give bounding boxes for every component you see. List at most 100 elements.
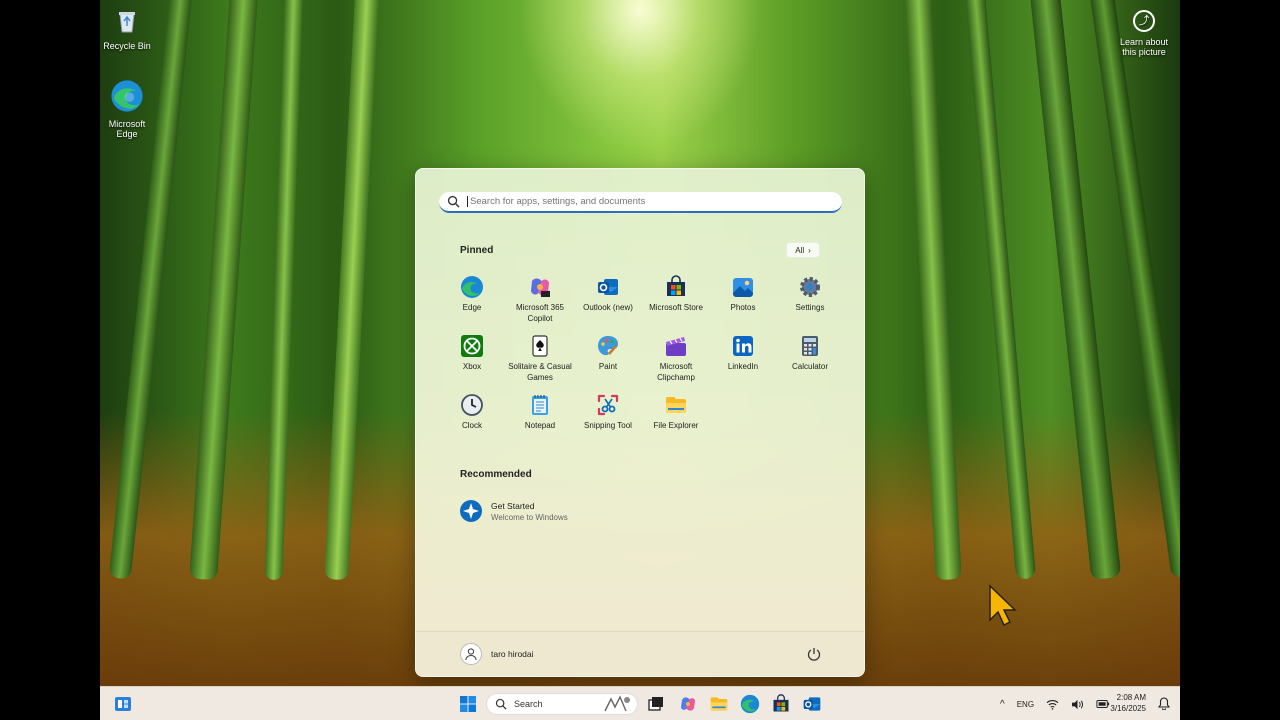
pinned-app-label: Edge xyxy=(462,303,482,312)
pinned-app-label: Solitaire & Casual Games xyxy=(508,362,572,382)
recycle-bin-icon xyxy=(119,12,135,33)
outlook-icon[interactable] xyxy=(802,694,822,714)
avatar xyxy=(460,643,482,665)
camera-icon: ⤴ xyxy=(1133,10,1155,32)
wifi-icon[interactable] xyxy=(1046,699,1059,710)
file-explorer-icon xyxy=(666,397,686,413)
solitaire-icon xyxy=(532,335,548,357)
pinned-app-label: LinkedIn xyxy=(727,362,759,371)
taskbar-search[interactable]: Search xyxy=(486,693,638,715)
pinned-app-notepad[interactable]: Notepad xyxy=(506,393,574,432)
user-name: taro hirodai xyxy=(491,649,534,659)
desktop-icon-edge[interactable]: Microsoft Edge xyxy=(101,78,153,139)
pinned-app-photos[interactable]: Photos xyxy=(709,275,777,314)
all-apps-button[interactable]: All › xyxy=(786,242,820,258)
pinned-app-label: Microsoft Store xyxy=(649,303,703,312)
pinned-app-label: Clock xyxy=(461,421,482,430)
clock-time: 2:08 AM xyxy=(1116,693,1146,702)
clock-date: 3/16/2025 xyxy=(1110,704,1146,713)
m365-copilot-icon xyxy=(531,278,550,297)
search-icon xyxy=(447,195,460,208)
pinned-app-xbox[interactable]: Xbox xyxy=(438,334,506,373)
pinned-app-label: Paint xyxy=(598,362,618,371)
taskbar-clock[interactable]: 2:08 AM 3/16/2025 xyxy=(1110,692,1146,714)
linkedin-icon xyxy=(733,336,753,356)
pinned-app-edge[interactable]: Edge xyxy=(438,275,506,314)
pinned-app-snipping-tool[interactable]: Snipping Tool xyxy=(574,393,642,432)
start-button[interactable] xyxy=(458,694,478,714)
pinned-app-linkedin[interactable]: LinkedIn xyxy=(709,334,777,373)
language-indicator[interactable]: ENG xyxy=(1017,700,1034,709)
learn-about-picture-label: Learn about this picture xyxy=(1119,37,1169,57)
system-tray: ^ ENG xyxy=(1000,687,1110,720)
user-account-button[interactable]: taro hirodai xyxy=(460,643,534,665)
calculator-icon xyxy=(802,336,818,356)
desktop-icon-label: Microsoft Edge xyxy=(108,119,146,139)
pinned-app-label: Settings xyxy=(795,303,825,312)
settings-icon xyxy=(800,277,820,297)
pinned-app-label: Outlook (new) xyxy=(583,303,633,312)
battery-icon[interactable] xyxy=(1096,699,1110,709)
edge-icon xyxy=(461,276,483,298)
store-icon[interactable] xyxy=(771,694,791,714)
chevron-right-icon: › xyxy=(808,245,811,255)
recommended-title: Recommended xyxy=(460,469,532,480)
pinned-app-label: Snipping Tool xyxy=(584,421,632,430)
chevron-up-icon[interactable]: ^ xyxy=(1000,699,1005,710)
desktop-icon-recycle-bin[interactable]: Recycle Bin xyxy=(101,6,153,51)
widgets-icon[interactable] xyxy=(113,694,133,714)
recommended-item-subtitle: Welcome to Windows xyxy=(491,512,568,522)
xbox-icon xyxy=(461,335,483,357)
start-menu-footer: taro hirodai xyxy=(416,631,864,676)
power-button[interactable] xyxy=(806,646,822,662)
photos-icon xyxy=(733,278,753,297)
edge-icon[interactable] xyxy=(740,694,760,714)
pinned-app-clock[interactable]: Clock xyxy=(438,393,506,432)
copilot-icon[interactable] xyxy=(678,694,698,714)
search-icon xyxy=(495,698,507,710)
pinned-app-label: Notepad xyxy=(524,421,556,430)
pinned-app-label: Photos xyxy=(730,303,756,312)
start-search-input[interactable] xyxy=(467,196,827,207)
pinned-app-clipchamp[interactable]: Microsoft Clipchamp xyxy=(642,334,710,383)
taskbar-search-label: Search xyxy=(514,699,543,709)
pinned-app-settings[interactable]: Settings xyxy=(776,275,844,314)
edge-icon xyxy=(111,80,143,112)
pinned-app-solitaire[interactable]: Solitaire & Casual Games xyxy=(506,334,574,383)
recommended-item-title: Get Started xyxy=(491,500,535,511)
start-menu: Pinned All › Edge Microsoft 365 Copilot … xyxy=(415,168,865,677)
store-icon xyxy=(667,275,685,296)
desktop-icon-label: Recycle Bin xyxy=(103,41,151,51)
pinned-app-paint[interactable]: Paint xyxy=(574,334,642,373)
start-search-box[interactable] xyxy=(439,192,842,213)
desktop-screen: Recycle Bin Microsoft Edge ⤴ Learn about… xyxy=(100,0,1180,720)
volume-icon[interactable] xyxy=(1071,699,1084,710)
pinned-app-label: Microsoft 365 Copilot xyxy=(515,303,565,323)
pinned-app-label: Calculator xyxy=(791,362,828,371)
get-started-icon xyxy=(460,500,482,522)
notification-bell-icon[interactable] xyxy=(1158,697,1170,710)
outlook-icon xyxy=(598,279,618,295)
clipchamp-icon xyxy=(666,337,686,356)
pinned-app-outlook[interactable]: Outlook (new) xyxy=(574,275,642,314)
all-apps-label: All xyxy=(795,245,805,255)
file-explorer-icon[interactable] xyxy=(709,694,729,714)
learn-about-picture[interactable]: ⤴ Learn about this picture xyxy=(1114,10,1174,57)
notepad-icon xyxy=(532,395,548,415)
search-highlight-icon xyxy=(604,695,630,712)
pinned-title: Pinned xyxy=(460,245,494,256)
taskbar: Search ^ ENG 2:08 AM 3/16/2025 xyxy=(100,686,1180,720)
recommended-item-get-started[interactable]: Get Started Welcome to Windows xyxy=(459,499,568,523)
snipping-tool-icon xyxy=(597,394,619,416)
clock-icon xyxy=(461,394,483,416)
mouse-cursor-icon xyxy=(989,584,1017,627)
pinned-app-label: File Explorer xyxy=(653,421,699,430)
pinned-app-calculator[interactable]: Calculator xyxy=(776,334,844,373)
pinned-app-file-explorer[interactable]: File Explorer xyxy=(642,393,710,432)
task-view-icon[interactable] xyxy=(646,694,666,714)
paint-icon xyxy=(598,336,618,356)
pinned-app-m365-copilot[interactable]: Microsoft 365 Copilot xyxy=(506,275,574,324)
pinned-app-label: Microsoft Clipchamp xyxy=(657,362,695,382)
user-icon xyxy=(465,648,477,661)
pinned-app-microsoft-store[interactable]: Microsoft Store xyxy=(642,275,710,314)
